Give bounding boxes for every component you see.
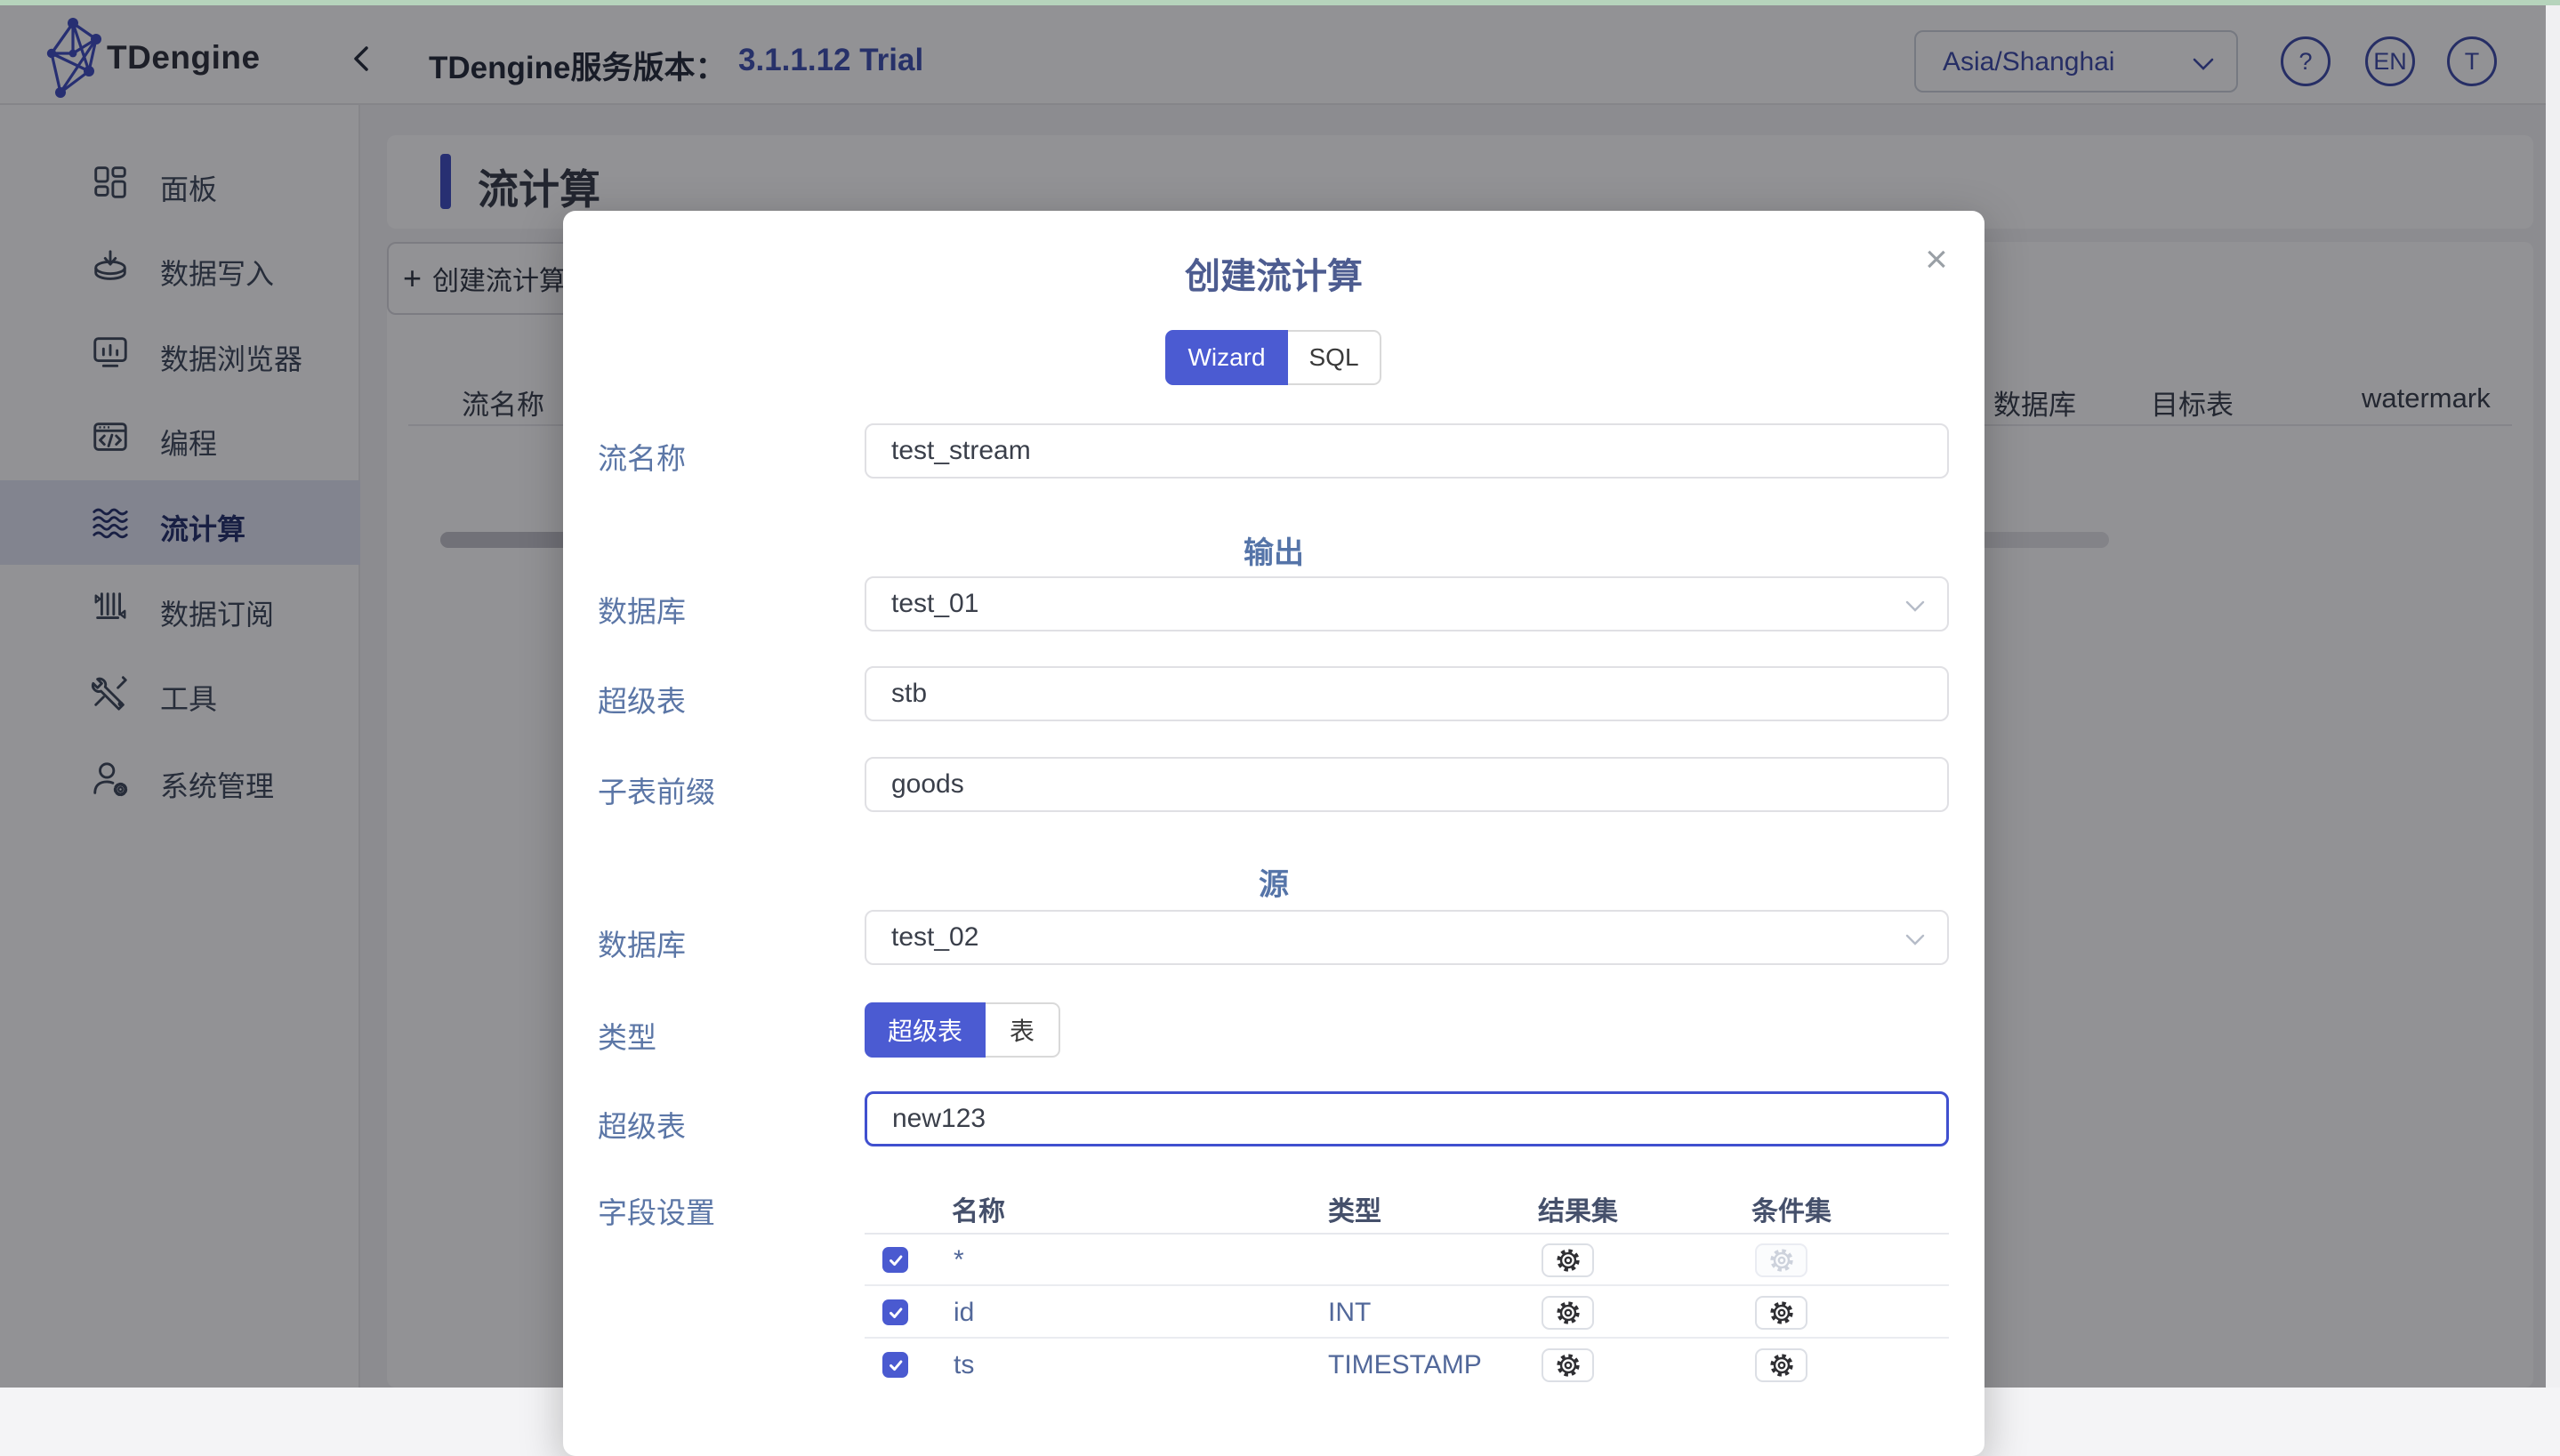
modal-title: 创建流计算	[563, 247, 1984, 299]
field-checkbox[interactable]	[882, 1352, 908, 1378]
stream-name-value: test_stream	[891, 436, 1031, 466]
vertical-scrollbar-track[interactable]	[2546, 5, 2560, 1388]
field-checkbox[interactable]	[882, 1299, 908, 1325]
field-row: *	[865, 1234, 1949, 1286]
src-database-value: test_02	[891, 922, 978, 953]
field-name: *	[954, 1245, 964, 1275]
check-icon	[887, 1304, 905, 1322]
type-option-table[interactable]: 表	[986, 1002, 1060, 1058]
src-type-label: 类型	[598, 1014, 656, 1057]
field-type: INT	[1328, 1298, 1371, 1328]
out-stable-value: stb	[891, 679, 927, 709]
src-stable-value: new123	[892, 1104, 986, 1134]
tab-wizard[interactable]: Wizard	[1165, 330, 1288, 385]
field-type: TIMESTAMP	[1328, 1350, 1482, 1380]
out-stable-input[interactable]: stb	[865, 666, 1949, 721]
subtable-prefix-value: goods	[891, 769, 964, 800]
fields-header-name: 名称	[952, 1189, 1005, 1228]
conditionset-gear-button[interactable]	[1755, 1348, 1807, 1382]
chevron-down-icon	[1904, 933, 1926, 946]
stream-name-input[interactable]: test_stream	[865, 423, 1949, 479]
field-checkbox[interactable]	[882, 1247, 908, 1273]
field-name: ts	[954, 1350, 974, 1380]
close-icon[interactable]: ×	[1917, 242, 1956, 281]
fields-header-resultset: 结果集	[1538, 1189, 1618, 1228]
resultset-gear-button[interactable]	[1542, 1296, 1594, 1330]
subtable-prefix-label: 子表前缀	[598, 768, 715, 811]
check-icon	[887, 1251, 905, 1269]
field-row: id INT	[865, 1286, 1949, 1339]
out-database-label: 数据库	[598, 588, 686, 631]
src-stable-input[interactable]: new123	[865, 1091, 1949, 1146]
src-database-select[interactable]: test_02	[865, 910, 1949, 965]
fields-header-conditionset: 条件集	[1751, 1189, 1831, 1228]
resultset-gear-button[interactable]	[1542, 1243, 1594, 1277]
section-source: 源	[563, 860, 1984, 904]
fields-header-type: 类型	[1328, 1189, 1381, 1228]
conditionset-gear-button-disabled	[1755, 1243, 1807, 1277]
mode-tabs: Wizard SQL	[1165, 330, 1381, 385]
tab-sql[interactable]: SQL	[1288, 330, 1381, 385]
browser-top-strip	[0, 0, 2560, 5]
type-option-stable[interactable]: 超级表	[865, 1002, 986, 1058]
check-icon	[887, 1356, 905, 1374]
field-row: ts TIMESTAMP	[865, 1339, 1949, 1391]
chevron-down-icon	[1904, 599, 1926, 613]
resultset-gear-button[interactable]	[1542, 1348, 1594, 1382]
section-output: 输出	[563, 528, 1984, 572]
out-database-value: test_01	[891, 589, 978, 619]
subtable-prefix-input[interactable]: goods	[865, 757, 1949, 812]
create-stream-modal: 创建流计算 × Wizard SQL 流名称 test_stream 输出 数据…	[563, 211, 1984, 1456]
src-stable-label: 超级表	[598, 1103, 686, 1146]
conditionset-gear-button[interactable]	[1755, 1296, 1807, 1330]
field-name: id	[954, 1298, 974, 1328]
stream-name-label: 流名称	[598, 435, 686, 478]
src-database-label: 数据库	[598, 921, 686, 964]
fields-setting-label: 字段设置	[598, 1189, 715, 1232]
out-database-select[interactable]: test_01	[865, 576, 1949, 631]
out-stable-label: 超级表	[598, 678, 686, 720]
src-type-toggle: 超级表 表	[865, 1002, 1060, 1058]
